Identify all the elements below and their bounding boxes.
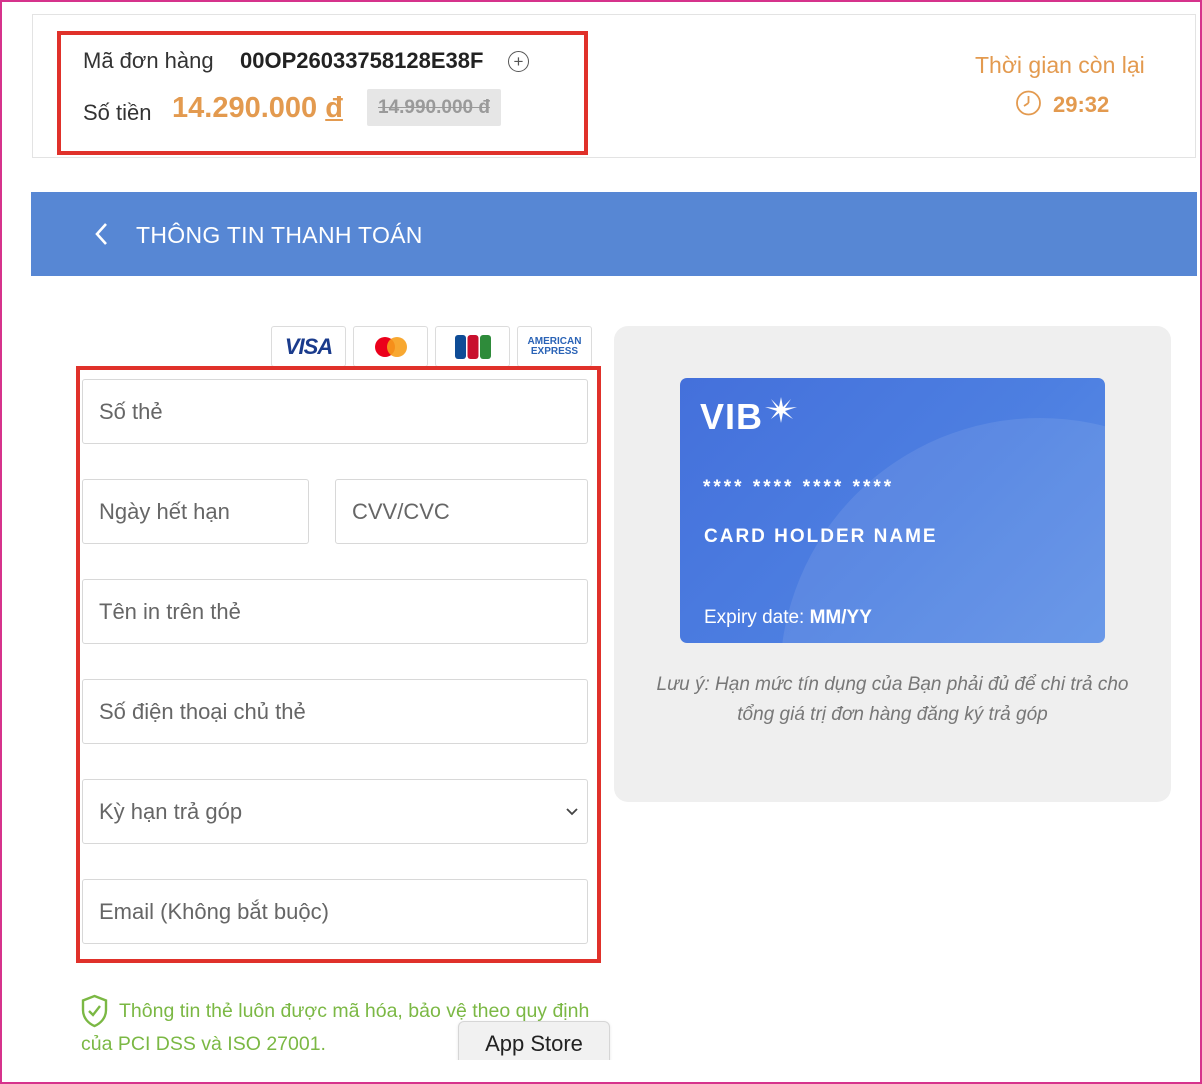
card-expiry-label: Expiry date: — [704, 607, 805, 628]
amex-line2: EXPRESS — [530, 345, 579, 357]
card-expiry: Expiry date: MM/YY — [704, 607, 872, 629]
jcb-icon — [454, 334, 491, 359]
timer-value: 29:32 — [1053, 92, 1110, 117]
credit-limit-note: Lưu ý: Hạn mức tín dụng của Bạn phải đủ … — [656, 674, 1129, 725]
form-highlight-box — [76, 366, 601, 963]
bottom-edge — [2, 1060, 1200, 1082]
timer-label: Thời gian còn lại — [975, 52, 1145, 78]
card-holder-name: CARD HOLDER NAME — [704, 526, 938, 547]
stopwatch-icon — [1016, 90, 1041, 116]
jcb-logo — [435, 326, 510, 367]
vib-logo: VIB — [700, 396, 764, 437]
page-title: THÔNG TIN THANH TOÁN — [136, 222, 423, 248]
card-expiry-value: MM/YY — [809, 607, 872, 628]
mastercard-logo — [353, 326, 428, 367]
order-highlight-box — [57, 31, 588, 155]
vib-star-icon — [765, 397, 797, 423]
visa-logo: VISA — [271, 326, 346, 367]
shield-check-icon — [81, 994, 108, 1028]
card-number-mask: **** **** **** **** — [703, 477, 895, 498]
visa-text: VISA — [284, 333, 333, 359]
mastercard-icon — [374, 336, 407, 357]
card-brand-logos: VISA AMERICAN EXPRESS — [271, 326, 592, 367]
chevron-left-icon[interactable] — [91, 220, 111, 248]
amex-logo: AMERICAN EXPRESS — [517, 326, 592, 367]
